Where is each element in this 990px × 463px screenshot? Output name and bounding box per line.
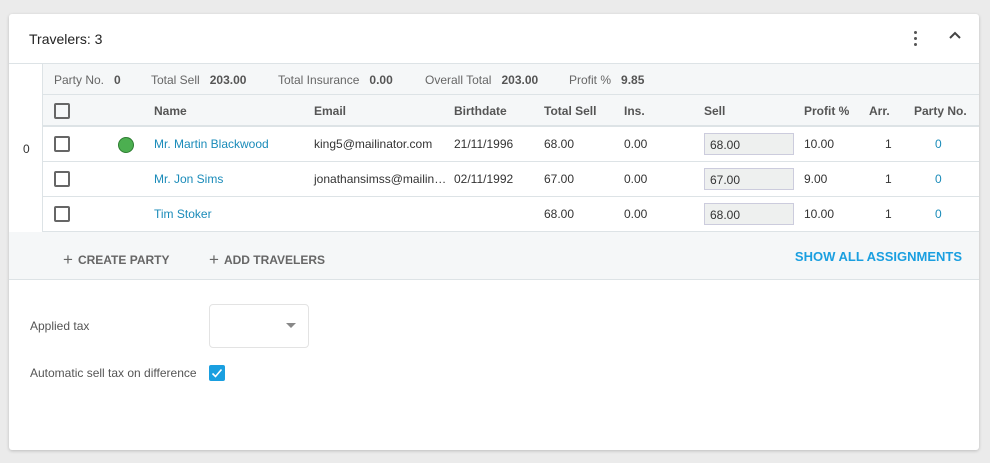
col-ins[interactable]: Ins. <box>624 104 645 118</box>
party-no-link[interactable]: 0 <box>935 137 942 151</box>
dropdown-arrow-icon <box>286 323 296 328</box>
sell-input[interactable]: 67.00 <box>704 168 794 190</box>
party-no-link[interactable]: 0 <box>935 172 942 186</box>
status-dot-icon <box>118 137 134 153</box>
col-name[interactable]: Name <box>154 104 187 118</box>
email: jonathansimss@mailin… <box>314 172 447 186</box>
insurance: 0.00 <box>624 137 648 151</box>
party-group: 0 Party No. 0 Total Sell 203.00 Total In… <box>9 64 979 232</box>
row-checkbox[interactable] <box>54 206 70 222</box>
chevron-up-icon[interactable] <box>947 28 963 44</box>
birthdate: 21/11/1996 <box>454 137 514 151</box>
actions-bar: + CREATE PARTY + ADD TRAVELERS SHOW ALL AS… <box>9 232 979 280</box>
select-all-checkbox[interactable] <box>54 103 70 119</box>
auto-sell-tax-label: Automatic sell tax on difference <box>30 366 197 380</box>
table-row: Mr. Jon Sims jonathansimss@mailin… 02/11… <box>43 162 979 197</box>
profit: 10.00 <box>804 137 835 151</box>
applied-tax-label: Applied tax <box>30 319 90 333</box>
total-sell: 67.00 <box>544 172 575 186</box>
party-no-link[interactable]: 0 <box>935 207 942 221</box>
total-sell: 68.00 <box>544 137 575 151</box>
insurance: 0.00 <box>624 172 648 186</box>
auto-sell-tax-checkbox[interactable] <box>209 365 225 381</box>
party-summary: Party No. 0 Total Sell 203.00 Total Insu… <box>43 64 979 95</box>
col-birthdate[interactable]: Birthdate <box>454 104 507 118</box>
email: king5@mailinator.com <box>314 137 433 151</box>
profit: 10.00 <box>804 207 835 221</box>
create-party-button[interactable]: + CREATE PARTY <box>63 249 170 269</box>
birthdate: 02/11/1992 <box>454 172 514 186</box>
table-header: Name Email Birthdate Total Sell Ins. Sel… <box>43 95 979 127</box>
col-party[interactable]: Party No. <box>914 104 967 118</box>
checkmark-icon <box>211 368 223 378</box>
col-profit[interactable]: Profit % <box>804 104 849 118</box>
applied-tax-select[interactable] <box>209 304 309 348</box>
col-email[interactable]: Email <box>314 104 346 118</box>
row-checkbox[interactable] <box>54 136 70 152</box>
arr: 1 <box>885 172 892 186</box>
traveler-name-link[interactable]: Mr. Martin Blackwood <box>154 137 269 151</box>
table-row: Tim Stoker 68.00 0.00 68.00 10.00 1 0 <box>43 197 979 232</box>
total-sell: 68.00 <box>544 207 575 221</box>
card-title: Travelers: 3 <box>29 31 103 47</box>
col-sell[interactable]: Sell <box>704 104 725 118</box>
arr: 1 <box>885 137 892 151</box>
profit: 9.00 <box>804 172 828 186</box>
card-header: Travelers: 3 <box>9 14 979 64</box>
table-row: Mr. Martin Blackwood king5@mailinator.co… <box>43 127 979 162</box>
show-all-assignments-button[interactable]: SHOW ALL ASSIGNMENTS <box>795 249 962 264</box>
traveler-name-link[interactable]: Tim Stoker <box>154 207 212 221</box>
sell-input[interactable]: 68.00 <box>704 203 794 225</box>
sell-input[interactable]: 68.00 <box>704 133 794 155</box>
col-total-sell[interactable]: Total Sell <box>544 104 596 118</box>
arr: 1 <box>885 207 892 221</box>
group-index: 0 <box>23 142 30 156</box>
insurance: 0.00 <box>624 207 648 221</box>
plus-icon: + <box>63 250 73 269</box>
more-options-icon[interactable] <box>910 31 920 49</box>
col-arr[interactable]: Arr. <box>869 104 890 118</box>
traveler-name-link[interactable]: Mr. Jon Sims <box>154 172 223 186</box>
travelers-card: Travelers: 3 0 Party No. 0 Total Sell 20… <box>9 14 979 450</box>
plus-icon: + <box>209 250 219 269</box>
row-checkbox[interactable] <box>54 171 70 187</box>
add-travelers-button[interactable]: + ADD TRAVELERS <box>209 249 325 269</box>
